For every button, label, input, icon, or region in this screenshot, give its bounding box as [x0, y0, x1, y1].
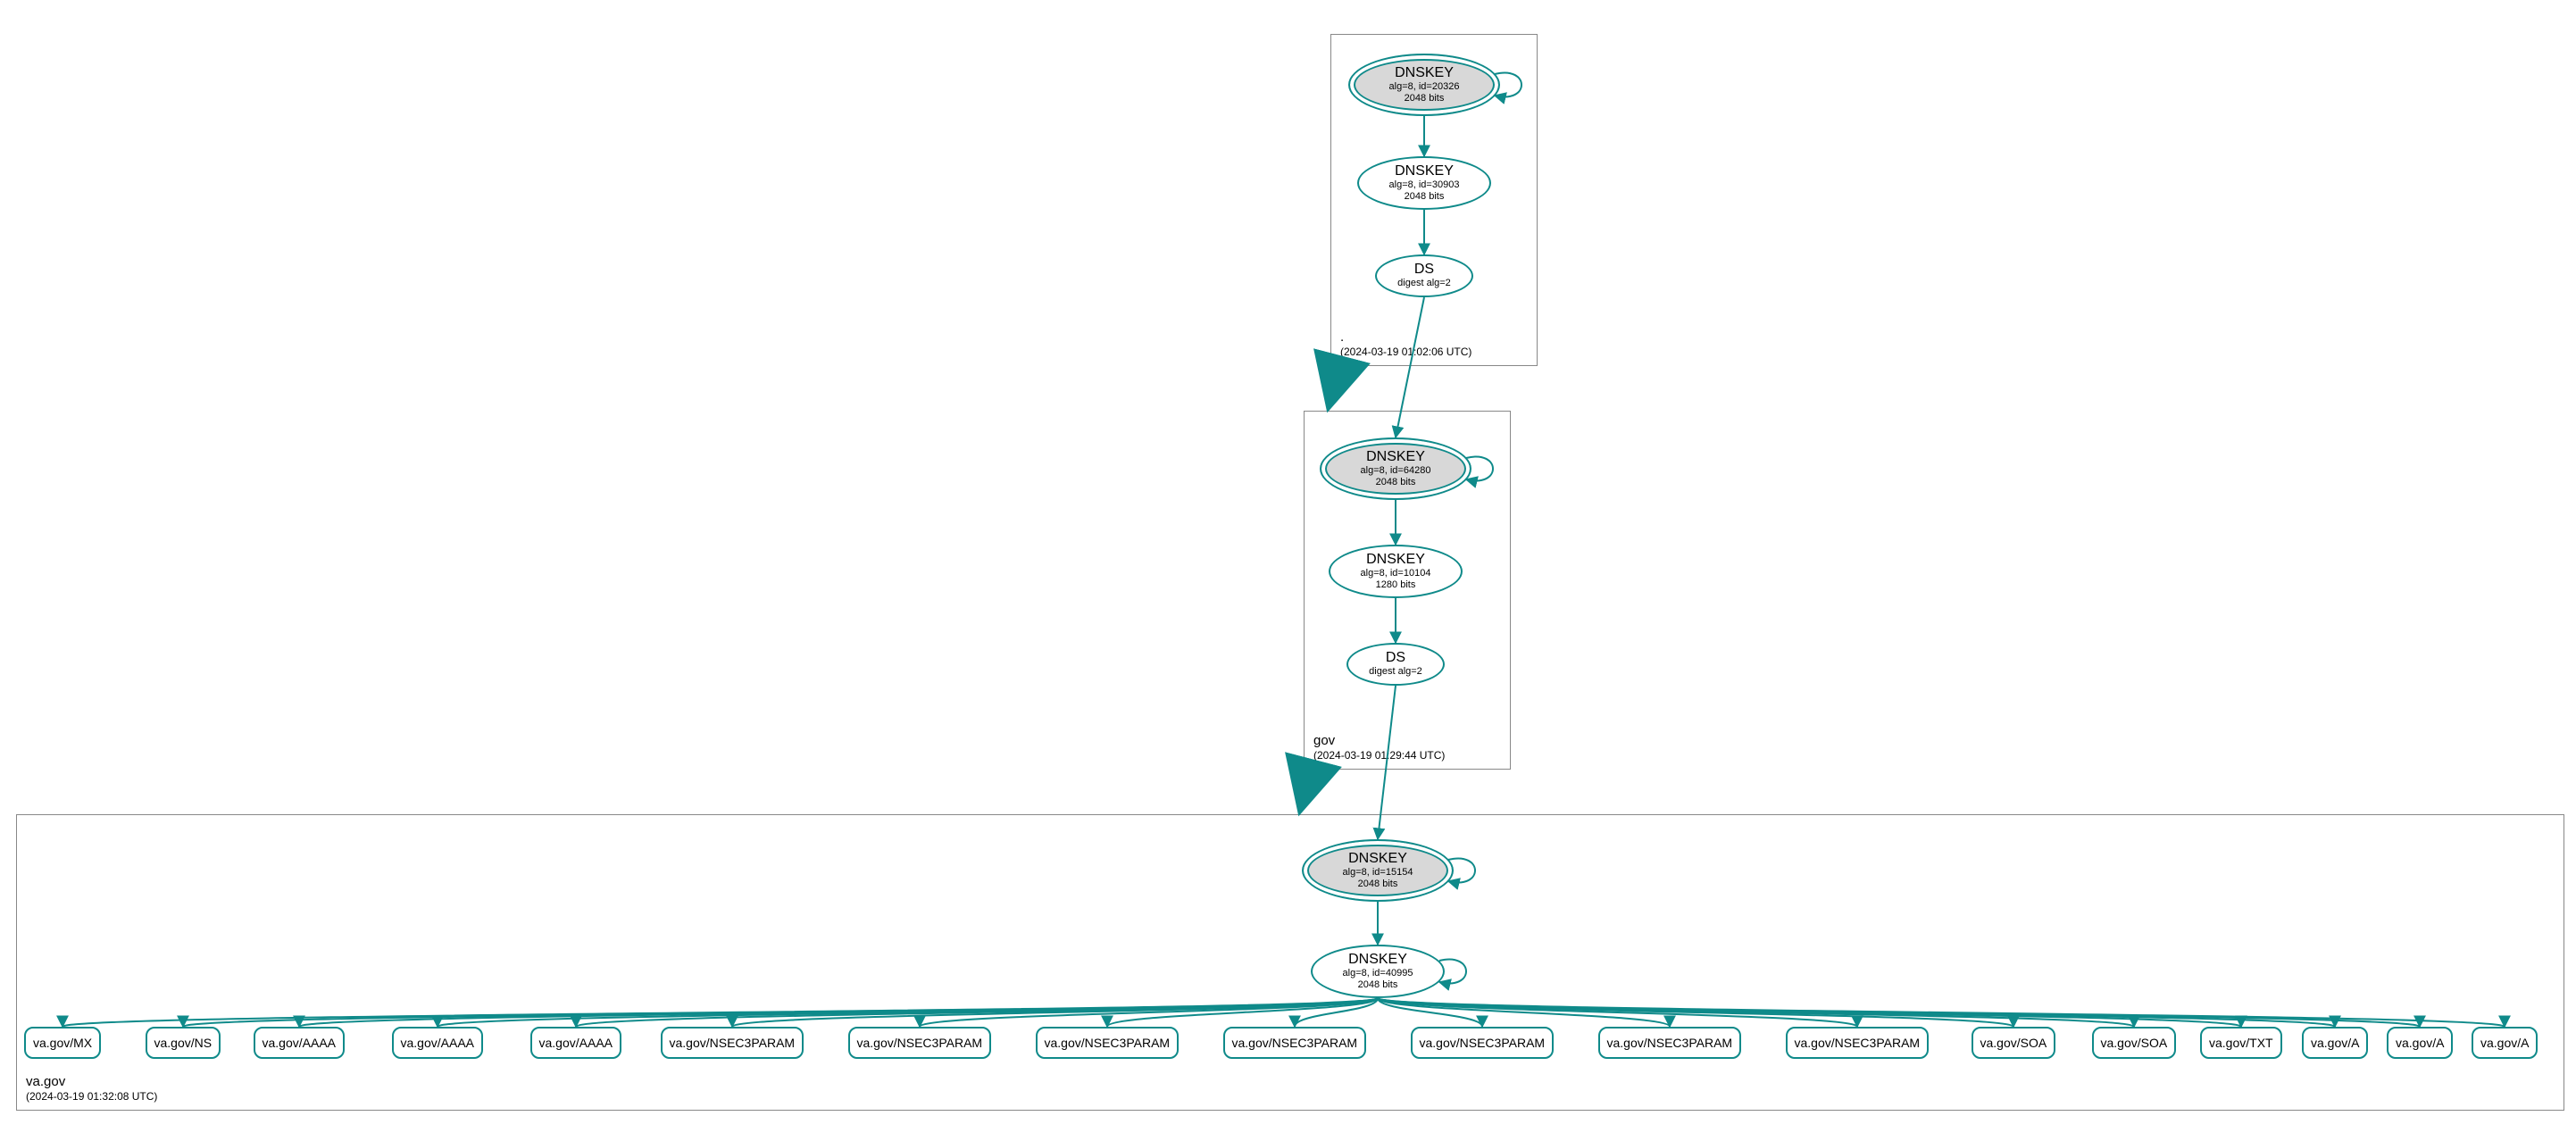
zone-va-label: va.gov (2024-03-19 01:32:08 UTC) [26, 1073, 157, 1104]
gov-ds-node: DS digest alg=2 [1346, 643, 1445, 686]
gov-ksk-node: DNSKEY alg=8, id=64280 2048 bits [1320, 437, 1471, 500]
node-sub1: alg=8, id=15154 [1343, 867, 1413, 879]
node-title: DNSKEY [1395, 65, 1454, 81]
va-zsk-node: DNSKEY alg=8, id=40995 2048 bits [1311, 945, 1445, 998]
gov-zsk-node: DNSKEY alg=8, id=10104 1280 bits [1329, 545, 1463, 598]
rrset-leaf: va.gov/NSEC3PARAM [661, 1027, 804, 1059]
node-sub2: 2048 bits [1405, 191, 1445, 203]
node-sub1: alg=8, id=40995 [1343, 968, 1413, 979]
rrset-leaf: va.gov/NSEC3PARAM [1411, 1027, 1555, 1059]
zone-va: va.gov (2024-03-19 01:32:08 UTC) [16, 814, 2564, 1111]
zone-root-label: . (2024-03-19 01:02:06 UTC) [1340, 329, 1471, 360]
node-sub2: 2048 bits [1376, 477, 1416, 488]
zone-va-name: va.gov [26, 1073, 157, 1091]
node-title: DNSKEY [1395, 163, 1454, 179]
node-sub1: digest alg=2 [1369, 666, 1422, 678]
node-sub2: 1280 bits [1376, 579, 1416, 591]
node-title: DNSKEY [1348, 851, 1407, 867]
rrset-leaf: va.gov/A [2472, 1027, 2538, 1059]
rrset-leaf: va.gov/NSEC3PARAM [1036, 1027, 1180, 1059]
rrset-leaf: va.gov/NSEC3PARAM [1786, 1027, 1930, 1059]
node-title: DS [1386, 650, 1405, 666]
zone-gov-label: gov (2024-03-19 01:29:44 UTC) [1313, 732, 1445, 763]
root-zsk-node: DNSKEY alg=8, id=30903 2048 bits [1357, 156, 1491, 210]
zone-gov-time: (2024-03-19 01:29:44 UTC) [1313, 749, 1445, 763]
rrset-leaf: va.gov/A [2302, 1027, 2368, 1059]
rrset-leaf: va.gov/NS [146, 1027, 221, 1059]
node-title: DNSKEY [1366, 449, 1425, 465]
node-sub2: 2048 bits [1358, 879, 1398, 890]
va-ksk-node: DNSKEY alg=8, id=15154 2048 bits [1302, 839, 1454, 902]
rrset-leaf: va.gov/SOA [2092, 1027, 2177, 1059]
node-title: DNSKEY [1366, 552, 1425, 568]
zone-gov-name: gov [1313, 732, 1445, 750]
node-sub1: alg=8, id=10104 [1361, 568, 1431, 579]
node-sub2: 2048 bits [1405, 93, 1445, 104]
rrset-leaf: va.gov/TXT [2200, 1027, 2282, 1059]
rrset-leaf: va.gov/SOA [1972, 1027, 2056, 1059]
rrset-leaf: va.gov/NSEC3PARAM [1223, 1027, 1367, 1059]
node-sub1: alg=8, id=20326 [1389, 81, 1460, 93]
rrset-leaf: va.gov/AAAA [392, 1027, 484, 1059]
zone-root-time: (2024-03-19 01:02:06 UTC) [1340, 346, 1471, 360]
root-ds-node: DS digest alg=2 [1375, 254, 1473, 297]
rrset-leaf: va.gov/NSEC3PARAM [848, 1027, 992, 1059]
node-title: DNSKEY [1348, 952, 1407, 968]
node-sub1: alg=8, id=30903 [1389, 179, 1460, 191]
rrset-leaf: va.gov/MX [24, 1027, 101, 1059]
root-ksk-node: DNSKEY alg=8, id=20326 2048 bits [1348, 54, 1500, 116]
node-sub1: alg=8, id=64280 [1361, 465, 1431, 477]
rrset-leaf: va.gov/A [2387, 1027, 2453, 1059]
node-sub1: digest alg=2 [1397, 278, 1451, 289]
rrset-leaf: va.gov/AAAA [254, 1027, 346, 1059]
node-sub2: 2048 bits [1358, 979, 1398, 991]
zone-va-time: (2024-03-19 01:32:08 UTC) [26, 1090, 157, 1104]
rrset-leaf: va.gov/AAAA [530, 1027, 622, 1059]
node-title: DS [1414, 262, 1434, 278]
zone-root-name: . [1340, 329, 1471, 346]
rrset-leaf: va.gov/NSEC3PARAM [1598, 1027, 1742, 1059]
